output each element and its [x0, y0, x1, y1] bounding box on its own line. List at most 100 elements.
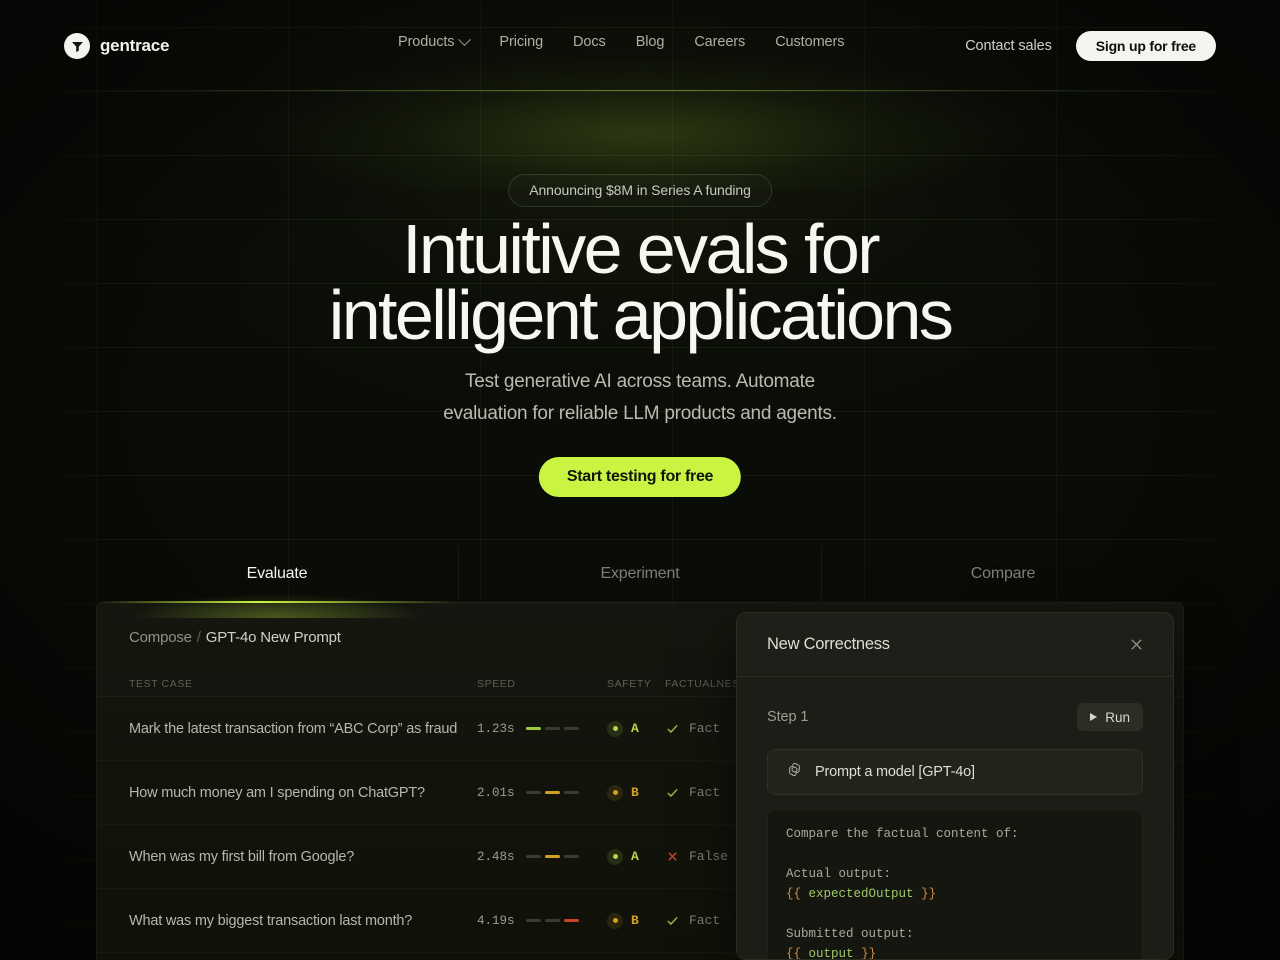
site-header: gentrace Products Pricing Docs Blog Care…	[0, 0, 1280, 92]
cell-test-case: Mark the latest transaction from “ABC Co…	[129, 720, 458, 737]
announcement-badge[interactable]: Announcing $8M in Series A funding	[508, 174, 772, 207]
cell-safety: B	[607, 912, 665, 929]
prompt-code-block[interactable]: Compare the factual content of: Actual o…	[767, 809, 1143, 960]
cross-icon	[665, 850, 679, 864]
subtitle-line-1: Test generative AI across teams. Automat…	[465, 371, 815, 392]
hero-subtitle: Test generative AI across teams. Automat…	[0, 366, 1280, 429]
signup-button[interactable]: Sign up for free	[1075, 31, 1216, 61]
prompt-model-card[interactable]: Prompt a model [GPT-4o]	[767, 749, 1143, 795]
run-button[interactable]: Run	[1077, 703, 1143, 731]
tab-label: Compare	[970, 565, 1036, 582]
speed-bar-segment	[525, 727, 541, 730]
speed-bar-segment	[563, 727, 579, 730]
speed-bar-segment	[563, 919, 579, 922]
breadcrumb-separator: /	[196, 628, 201, 646]
openai-icon	[786, 761, 803, 783]
step-label: Step 1	[767, 709, 809, 725]
breadcrumb-current: GPT-4o New Prompt	[205, 628, 341, 646]
safety-dot-icon	[607, 720, 623, 737]
code-line-3-open-brace: {{	[786, 887, 802, 901]
start-testing-button[interactable]: Start testing for free	[538, 457, 742, 497]
cell-safety: A	[607, 848, 665, 865]
speed-bar-segment	[525, 919, 541, 922]
safety-grade: B	[631, 785, 639, 800]
code-line-2: Actual output:	[786, 867, 892, 881]
safety-grade: B	[631, 913, 639, 928]
safety-grade: A	[631, 721, 639, 736]
cta-wrapper: Start testing for free	[538, 457, 742, 497]
speed-value: 2.48s	[477, 849, 515, 864]
speed-value: 2.01s	[477, 785, 515, 800]
safety-grade: A	[631, 849, 639, 864]
factualness-label: False	[689, 849, 729, 864]
speed-bar-segment	[563, 855, 579, 858]
nav-item-blog[interactable]: Blog	[636, 34, 665, 50]
tab-label: Evaluate	[246, 565, 308, 582]
speed-bar-meter	[525, 727, 579, 730]
contact-sales-link[interactable]: Contact sales	[965, 38, 1052, 54]
breadcrumb-root[interactable]: Compose	[129, 629, 192, 646]
factualness-label: Fact	[689, 913, 721, 928]
tab-active-underline	[96, 601, 458, 603]
brand-name: gentrace	[100, 36, 170, 55]
check-icon	[665, 786, 679, 800]
subtitle-line-2: evaluation for reliable LLM products and…	[443, 402, 837, 424]
brand-logo[interactable]: gentrace	[64, 33, 169, 59]
speed-bar-segment	[544, 727, 560, 730]
nav-item-label: Products	[398, 34, 455, 50]
headline-line-2: intelligent applications	[328, 276, 954, 354]
code-line-4: Submitted output:	[786, 927, 914, 941]
tab-experiment[interactable]: Experiment	[458, 546, 821, 602]
funnel-icon	[64, 33, 90, 59]
main-nav: Products Pricing Docs Blog Careers Custo…	[398, 32, 844, 50]
play-icon	[1090, 713, 1098, 721]
safety-dot-icon	[607, 784, 623, 801]
step-row: Step 1 Run	[767, 701, 1143, 733]
code-line-3-close-brace: }}	[921, 887, 937, 901]
code-line-5-variable: output	[808, 947, 854, 960]
factualness-label: Fact	[689, 785, 721, 800]
column-header-test-case: TEST CASE	[129, 677, 193, 690]
speed-value: 1.23s	[477, 721, 515, 736]
speed-bar-meter	[525, 919, 579, 922]
speed-bar-meter	[525, 791, 579, 794]
chevron-down-icon	[458, 32, 472, 46]
tab-label: Experiment	[600, 565, 680, 582]
modal-title: New Correctness	[767, 635, 890, 653]
cell-safety: A	[607, 720, 665, 737]
check-icon	[665, 722, 679, 736]
tab-compare[interactable]: Compare	[821, 546, 1184, 602]
speed-bar-segment	[544, 919, 560, 922]
speed-bar-segment	[525, 855, 541, 858]
breadcrumb[interactable]: Compose / GPT-4o New Prompt	[129, 629, 341, 646]
modal-header: New Correctness	[737, 613, 1173, 677]
cell-test-case: How much money am I spending on ChatGPT?	[129, 784, 425, 801]
column-header-speed: SPEED	[477, 677, 516, 690]
nav-item-careers[interactable]: Careers	[694, 34, 745, 50]
nav-item-pricing[interactable]: Pricing	[499, 34, 543, 50]
header-actions: Contact sales Sign up for free	[965, 31, 1216, 61]
close-icon[interactable]	[1125, 634, 1147, 656]
run-button-label: Run	[1105, 709, 1130, 725]
code-line-5-close-brace: }}	[861, 947, 877, 960]
product-tabs: Evaluate Experiment Compare	[76, 546, 1184, 618]
factualness-label: Fact	[689, 721, 721, 736]
cell-speed: 4.19s	[477, 914, 607, 928]
speed-bar-segment	[563, 791, 579, 794]
cell-test-case: When was my first bill from Google?	[129, 848, 355, 865]
code-line-5-open-brace: {{	[786, 947, 802, 960]
page-title: Intuitive evals for intelligent applicat…	[0, 214, 1280, 354]
speed-value: 4.19s	[477, 913, 515, 928]
modal-body: Step 1 Run Prompt a model [GPT-4o] Compa…	[737, 677, 1173, 960]
tab-evaluate[interactable]: Evaluate	[76, 546, 478, 618]
cell-safety: B	[607, 784, 665, 801]
nav-item-docs[interactable]: Docs	[573, 34, 606, 50]
cell-speed: 2.01s	[477, 786, 607, 800]
nav-item-products[interactable]: Products	[398, 32, 472, 50]
cell-test-case: What was my biggest transaction last mon…	[129, 912, 413, 929]
speed-bar-segment	[544, 791, 560, 794]
cell-speed: 1.23s	[477, 722, 607, 736]
nav-item-customers[interactable]: Customers	[775, 34, 844, 50]
code-line-3-variable: expectedOutput	[808, 887, 914, 901]
cell-speed: 2.48s	[477, 850, 607, 864]
